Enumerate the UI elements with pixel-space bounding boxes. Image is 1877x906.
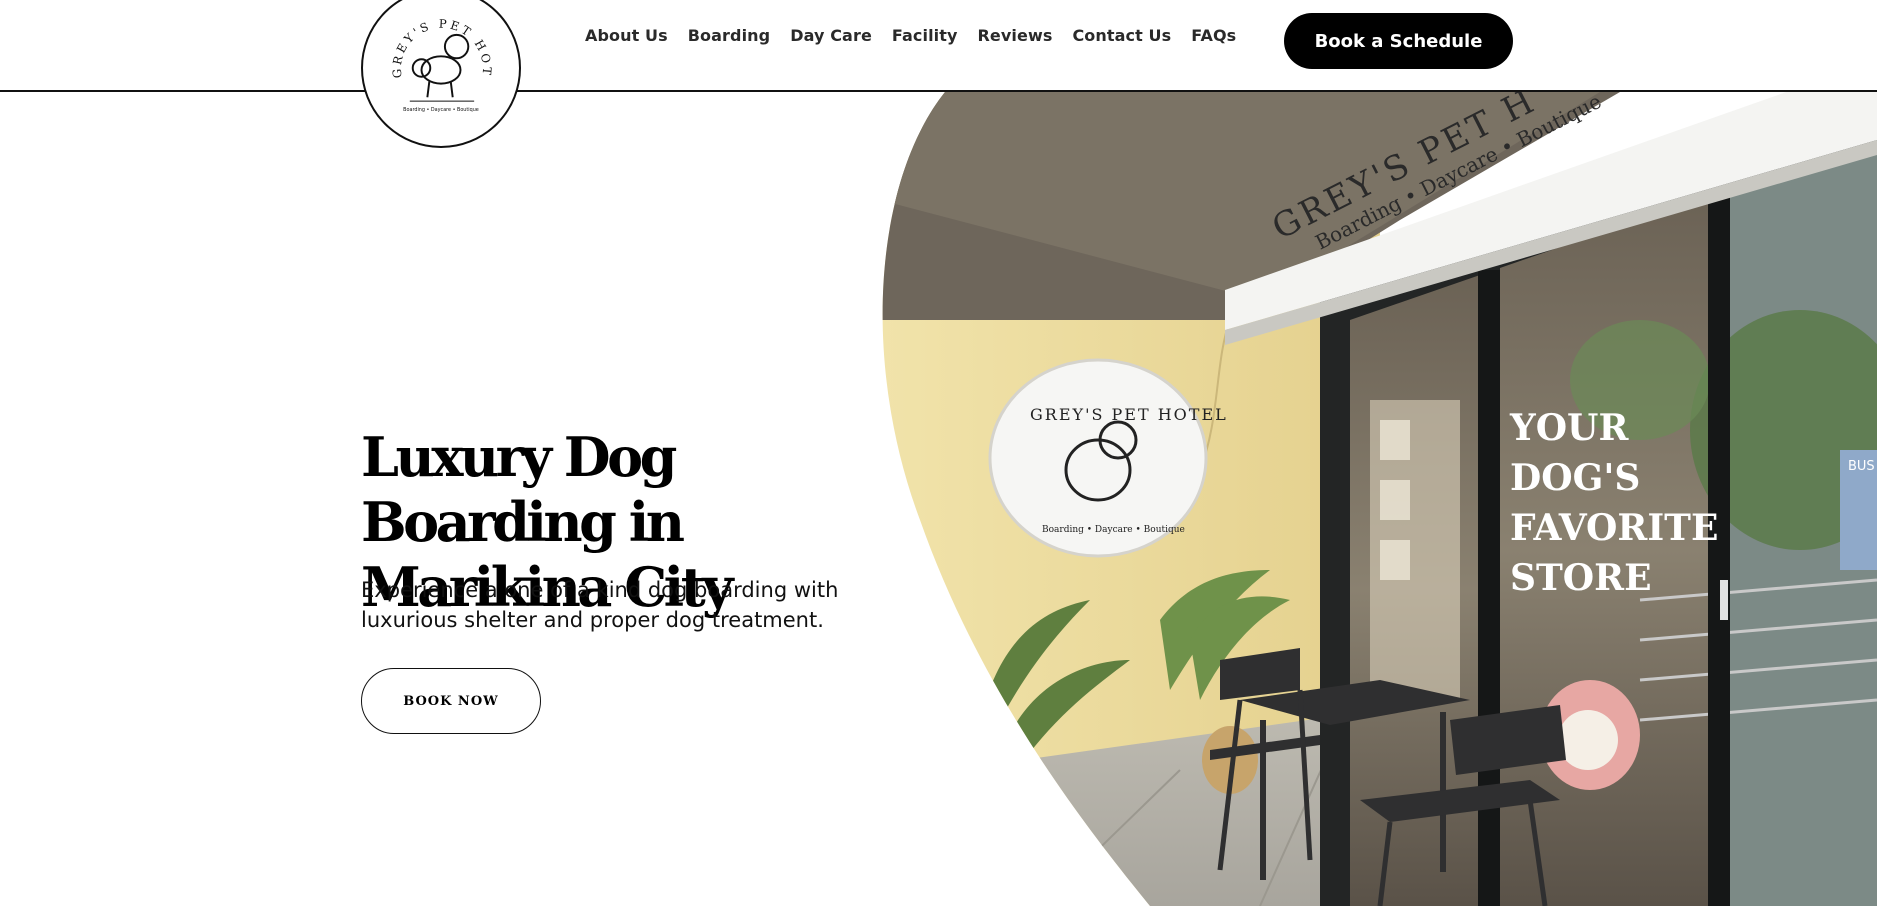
hero-photo: BUS GREY'S PET H Boarding • Daycare • Bo…	[882, 92, 1877, 906]
nav-faqs[interactable]: FAQs	[1191, 26, 1236, 45]
site-logo[interactable]: GREY'S PET HOTEL Boarding • Daycare • Bo…	[361, 0, 521, 148]
logo-ring-text: GREY'S PET HOTEL	[363, 0, 494, 79]
nav-day-care[interactable]: Day Care	[790, 26, 872, 45]
window-text-line1: YOUR	[1509, 407, 1629, 449]
wall-sign-text: GREY'S PET HOTEL	[1030, 405, 1228, 424]
wall-sign-tagline: Boarding • Daycare • Boutique	[1042, 525, 1185, 535]
nav-boarding[interactable]: Boarding	[688, 26, 770, 45]
logo-tagline: Boarding • Daycare • Boutique	[403, 107, 479, 113]
window-text-line3: FAVORITE	[1510, 507, 1718, 549]
site-header	[0, 0, 1877, 92]
book-schedule-button[interactable]: Book a Schedule	[1284, 13, 1513, 69]
window-text-line4: STORE	[1510, 557, 1652, 599]
nav-about-us[interactable]: About Us	[585, 26, 668, 45]
nav-contact-us[interactable]: Contact Us	[1072, 26, 1171, 45]
page: BUS GREY'S PET H Boarding • Daycare • Bo…	[0, 0, 1877, 906]
main-nav: About Us Boarding Day Care Facility Revi…	[585, 26, 1236, 45]
window-text-line2: DOG'S	[1510, 457, 1640, 499]
nav-facility[interactable]: Facility	[892, 26, 958, 45]
bus-sign: BUS	[1848, 459, 1875, 474]
nav-reviews[interactable]: Reviews	[978, 26, 1053, 45]
logo-emblem: GREY'S PET HOTEL Boarding • Daycare • Bo…	[363, 0, 494, 113]
